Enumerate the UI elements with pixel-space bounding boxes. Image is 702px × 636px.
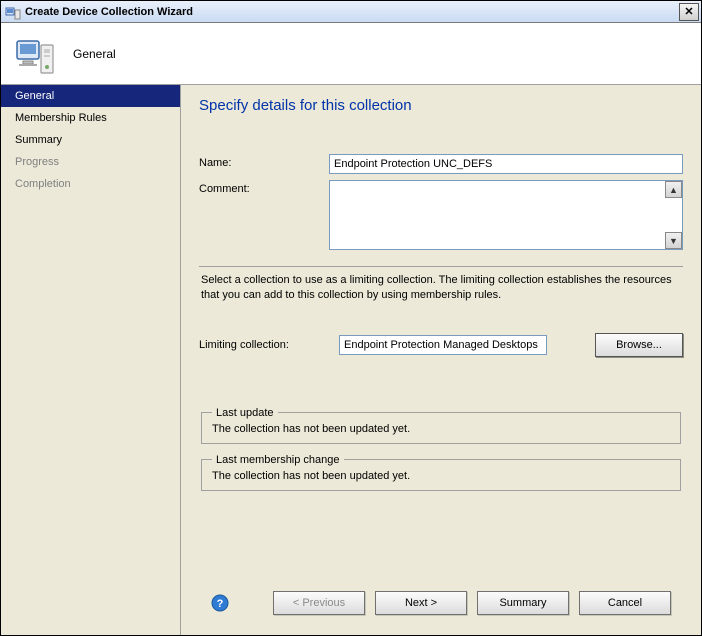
nav-item-membership-rules[interactable]: Membership Rules — [1, 107, 180, 129]
scroll-down-button[interactable]: ▼ — [665, 232, 682, 249]
help-icon[interactable]: ? — [211, 594, 229, 612]
last-membership-legend: Last membership change — [212, 454, 344, 466]
last-membership-text: The collection has not been updated yet. — [212, 470, 670, 482]
title-bar: Create Device Collection Wizard ✕ — [1, 1, 701, 23]
wizard-footer: ? < Previous Next > Summary Cancel — [199, 583, 683, 625]
last-update-group: Last update The collection has not been … — [201, 407, 681, 444]
close-icon: ✕ — [684, 5, 693, 18]
nav-item-progress: Progress — [1, 151, 180, 173]
page-title: General — [73, 47, 116, 61]
scroll-up-button[interactable]: ▲ — [665, 181, 682, 198]
comment-textarea[interactable]: ▲ ▼ — [329, 180, 683, 250]
page-heading: Specify details for this collection — [199, 97, 683, 114]
svg-text:?: ? — [217, 598, 224, 610]
divider — [199, 266, 683, 267]
wizard-icon — [15, 31, 55, 77]
last-update-text: The collection has not been updated yet. — [212, 423, 670, 435]
last-membership-group: Last membership change The collection ha… — [201, 454, 681, 491]
comment-label: Comment: — [199, 180, 329, 195]
last-update-legend: Last update — [212, 407, 278, 419]
limiting-collection-label: Limiting collection: — [199, 339, 329, 351]
browse-button[interactable]: Browse... — [595, 333, 683, 357]
name-label: Name: — [199, 154, 329, 169]
summary-button[interactable]: Summary — [477, 591, 569, 615]
wizard-nav: General Membership Rules Summary Progres… — [1, 85, 181, 635]
nav-item-general[interactable]: General — [1, 85, 180, 107]
nav-item-completion: Completion — [1, 173, 180, 195]
close-button[interactable]: ✕ — [679, 3, 699, 21]
previous-button: < Previous — [273, 591, 365, 615]
limiting-help-text: Select a collection to use as a limiting… — [199, 273, 683, 303]
nav-item-summary[interactable]: Summary — [1, 129, 180, 151]
limiting-collection-field: Endpoint Protection Managed Desktops — [339, 335, 547, 355]
window-title: Create Device Collection Wizard — [25, 6, 679, 18]
next-button[interactable]: Next > — [375, 591, 467, 615]
header-banner: General — [1, 23, 701, 85]
cancel-button[interactable]: Cancel — [579, 591, 671, 615]
app-icon — [5, 4, 21, 20]
name-input[interactable] — [329, 154, 683, 174]
main-panel: Specify details for this collection Name… — [181, 85, 701, 635]
